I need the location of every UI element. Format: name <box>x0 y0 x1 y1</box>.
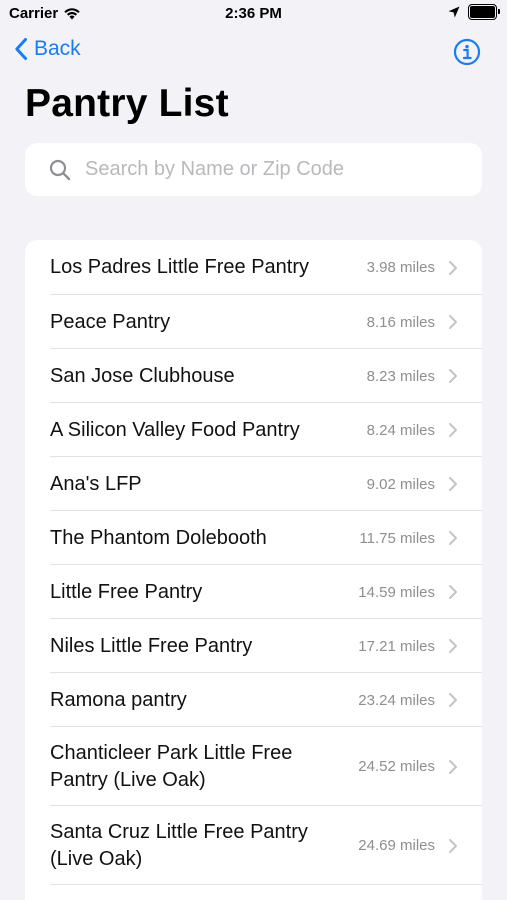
pantry-list: Los Padres Little Free Pantry 3.98 miles P… <box>25 240 482 900</box>
page-title: Pantry List <box>25 82 229 125</box>
pantry-name: Los Padres Little Free Pantry <box>50 256 310 278</box>
pantry-distance: 8.23 miles <box>366 367 435 385</box>
pantry-row[interactable]: Peace Pantry 8.16 miles <box>25 295 482 349</box>
pantry-distance: 14.59 miles <box>358 583 435 601</box>
search-icon <box>49 159 71 180</box>
battery-level <box>470 6 495 18</box>
pantry-row[interactable]: A Silicon Valley Food Pantry 8.24 miles <box>25 403 482 457</box>
location-arrow-icon <box>448 6 460 18</box>
pantry-distance: 23.24 miles <box>358 691 435 709</box>
pantry-row[interactable]: Niles Little Free Pantry 17.21 miles <box>25 619 482 673</box>
pantry-row[interactable]: Little Free Pantry 14.59 miles <box>25 565 482 619</box>
chevron-right-icon <box>449 260 457 275</box>
chevron-left-icon <box>15 38 27 60</box>
pantry-distance: 8.24 miles <box>366 421 435 439</box>
chevron-right-icon <box>449 693 457 707</box>
pantry-name: Little Free Pantry <box>50 580 203 603</box>
battery-icon <box>468 4 500 20</box>
pantry-name: Ana's LFP <box>50 472 142 495</box>
back-label: Back <box>34 37 81 60</box>
chevron-right-icon <box>449 639 457 653</box>
chevron-right-icon <box>449 759 457 774</box>
pantry-distance: 24.52 miles <box>358 758 435 775</box>
row-separator <box>50 884 482 885</box>
status-time: 2:36 PM <box>225 5 282 22</box>
chevron-right-icon <box>449 531 457 545</box>
pantry-name: Santa Cruz Little Free Pantry (Live Oak) <box>50 820 308 870</box>
search-input[interactable] <box>83 157 467 182</box>
pantry-distance: 8.16 miles <box>366 313 435 331</box>
pantry-row[interactable]: Ramona pantry 23.24 miles <box>25 673 482 727</box>
chevron-right-icon <box>449 585 457 599</box>
pantry-row[interactable]: Los Padres Little Free Pantry 3.98 miles <box>25 240 482 295</box>
pantry-name: Niles Little Free Pantry <box>50 634 253 657</box>
chevron-right-icon <box>449 315 457 329</box>
chevron-right-icon <box>449 838 457 853</box>
chevron-right-icon <box>449 369 457 383</box>
pantry-row[interactable]: San Jose Clubhouse 8.23 miles <box>25 349 482 403</box>
pantry-name: The Phantom Dolebooth <box>50 526 267 549</box>
pantry-name: A Silicon Valley Food Pantry <box>50 418 300 441</box>
pantry-distance: 24.69 miles <box>358 837 435 854</box>
pantry-row[interactable]: Santa Cruz Little Free Pantry (Live Oak)… <box>25 806 482 885</box>
chevron-right-icon <box>449 423 457 437</box>
pantry-name: San Jose Clubhouse <box>50 364 235 387</box>
back-button[interactable]: Back <box>14 37 81 61</box>
pantry-distance: 17.21 miles <box>358 637 435 655</box>
search-bar[interactable] <box>25 143 482 196</box>
info-circle-icon[interactable] <box>453 38 481 66</box>
pantry-name: Ramona pantry <box>50 688 187 711</box>
screen: Carrier 2:36 PM Back Pantry List Search … <box>0 0 507 900</box>
pantry-distance: 9.02 miles <box>366 475 435 493</box>
pantry-distance: 11.75 miles <box>359 529 435 547</box>
pantry-name: Peace Pantry <box>50 310 171 333</box>
pantry-name: Chanticleer Park Little Free Pantry (Liv… <box>50 741 293 791</box>
pantry-distance: 3.98 miles <box>366 259 435 276</box>
status-bar: Carrier 2:36 PM <box>0 0 507 28</box>
pantry-row[interactable]: The Phantom Dolebooth 11.75 miles <box>25 511 482 565</box>
pantry-row[interactable]: Ana's LFP 9.02 miles <box>25 457 482 511</box>
status-right <box>448 4 500 20</box>
pantry-row[interactable]: Chanticleer Park Little Free Pantry (Liv… <box>25 727 482 806</box>
chevron-right-icon <box>449 477 457 491</box>
